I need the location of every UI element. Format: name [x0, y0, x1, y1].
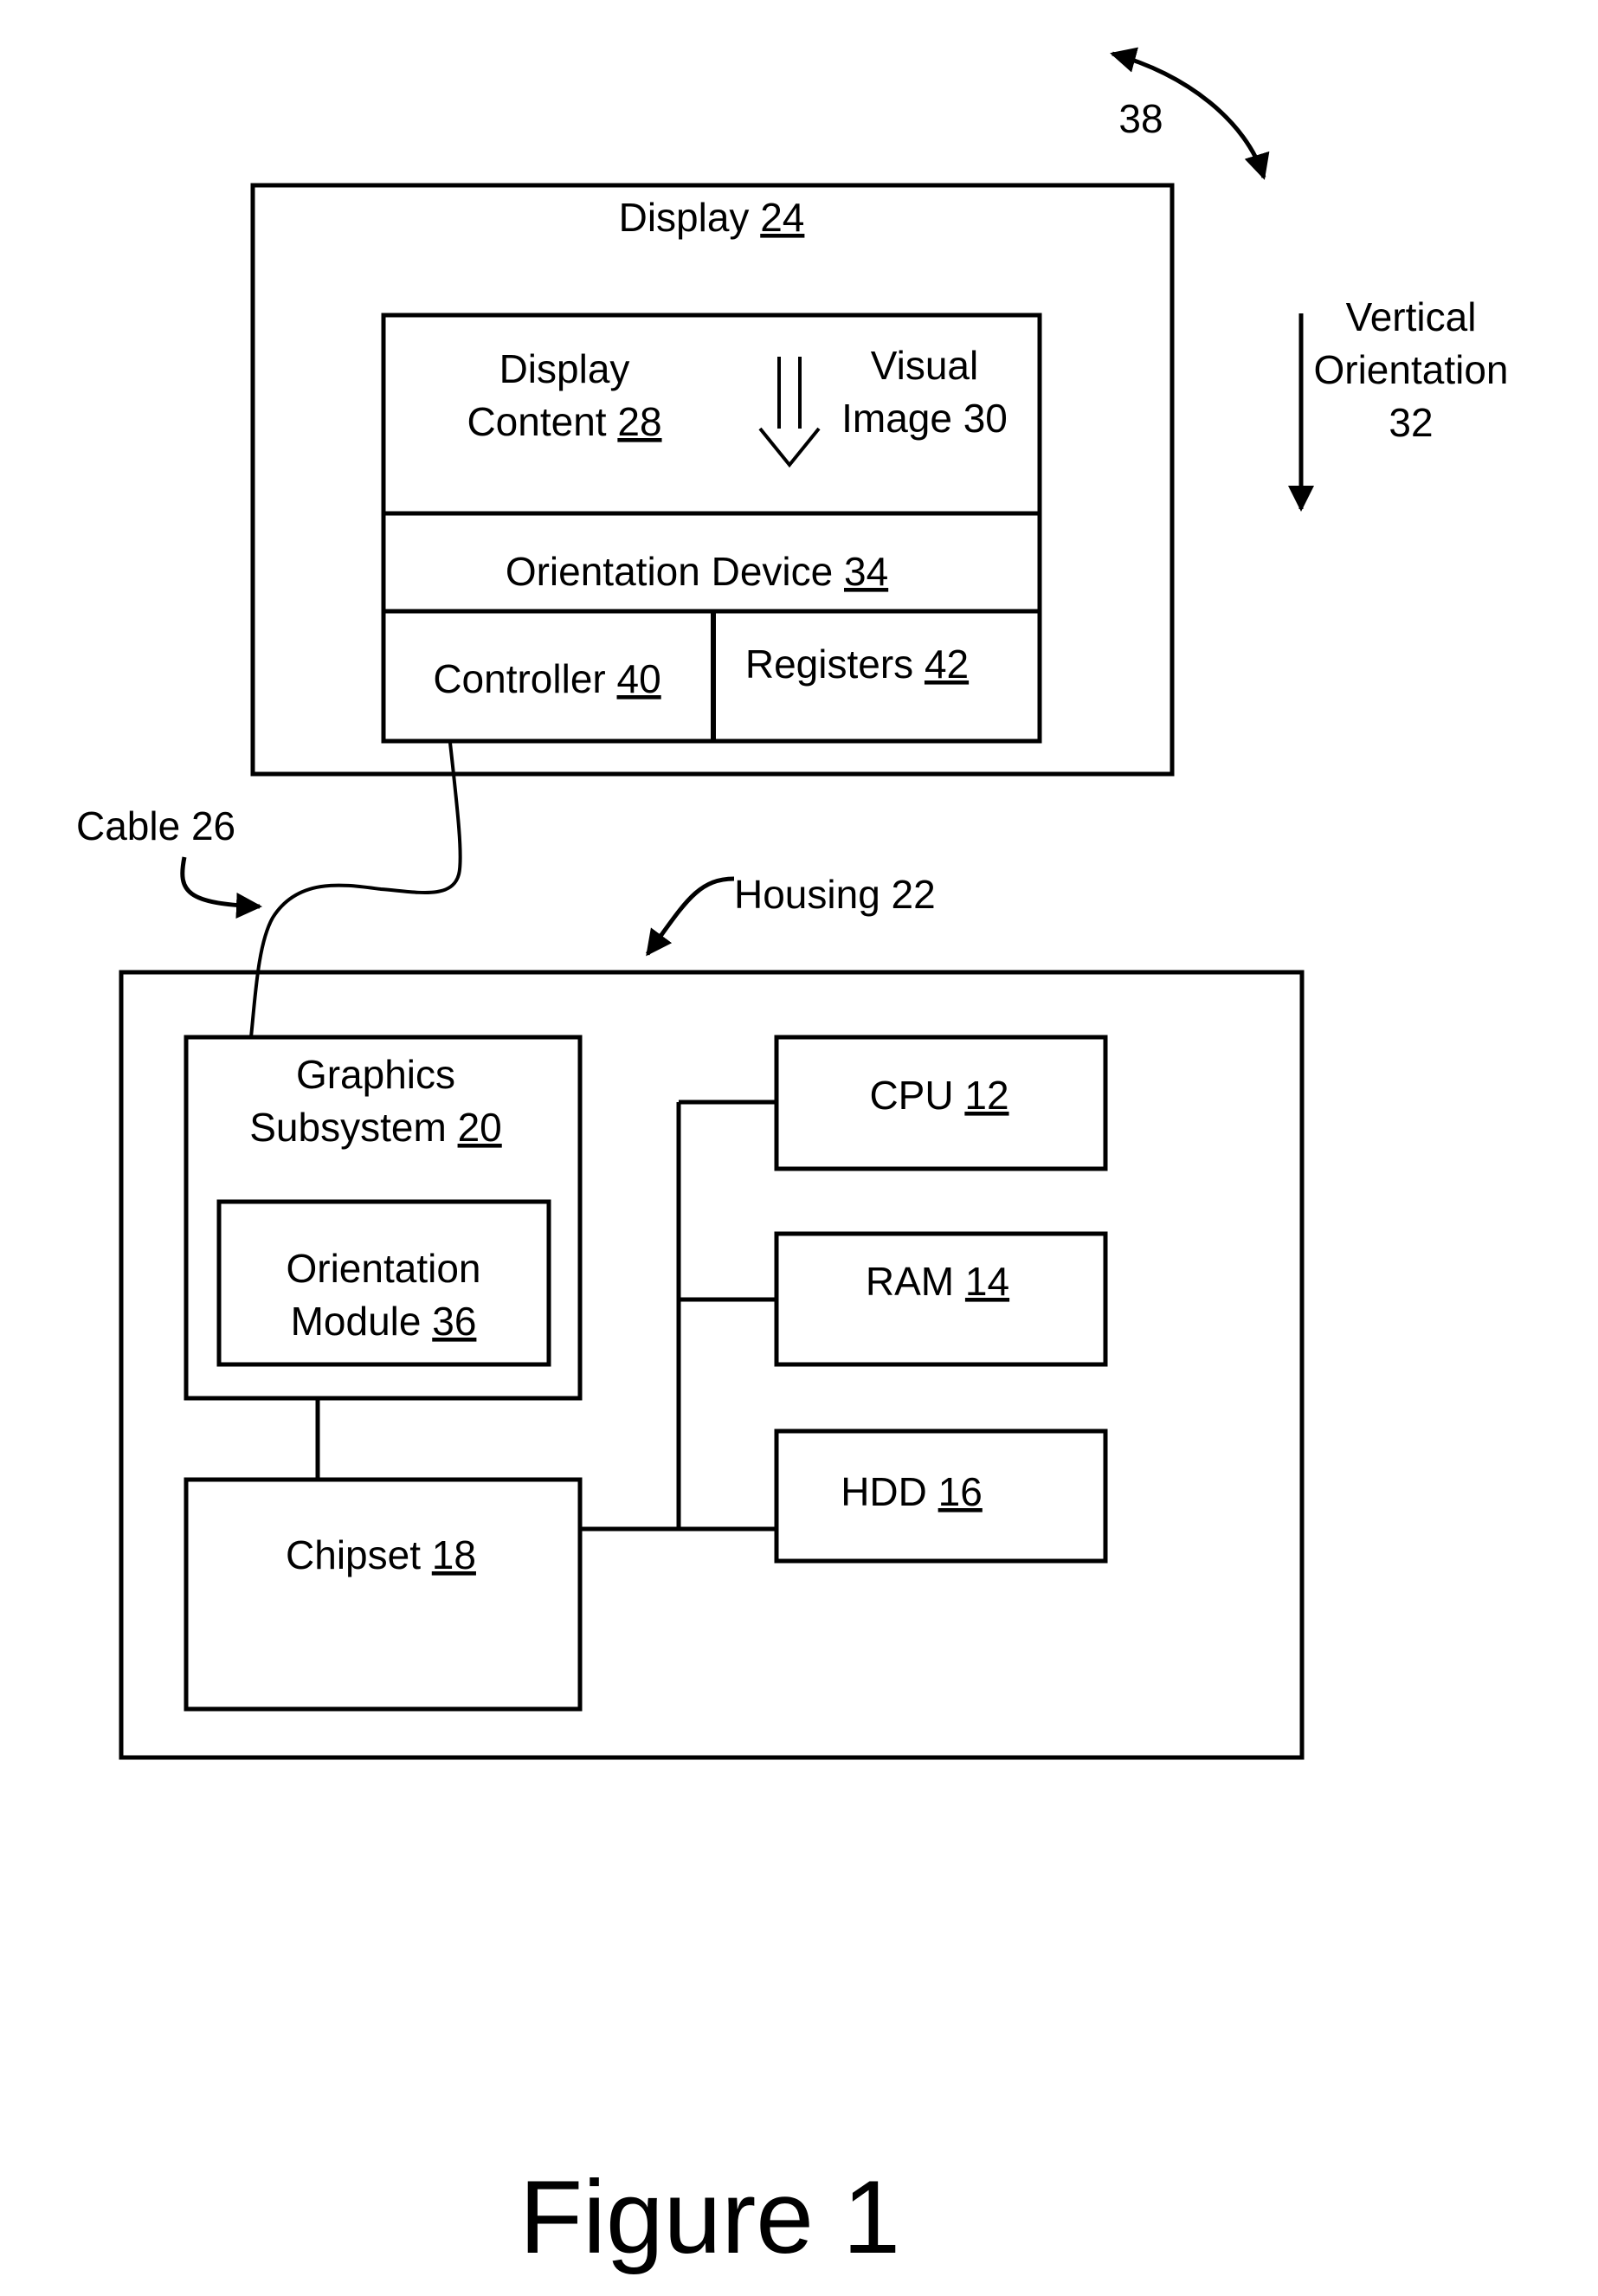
housing-pointer-arrow [645, 876, 735, 957]
graphics-subsystem-label: Graphics [296, 1052, 455, 1097]
figure-diagram: 38 Display 24 Display Content 28 Visual … [76, 47, 1509, 2275]
cpu-label: CPU 12 [869, 1073, 1008, 1118]
chipset-box [184, 1477, 583, 1712]
visual-image-label: Visual [871, 343, 978, 388]
orientation-module-label: Orientation [286, 1246, 480, 1291]
cable-label: Cable 26 [76, 803, 235, 848]
down-arrow-icon [758, 357, 821, 468]
display-title: Display 24 [619, 195, 805, 240]
ram-label: RAM 14 [866, 1259, 1009, 1304]
display-content-label: Content 28 [467, 399, 661, 444]
controller-label: Controller 40 [433, 656, 660, 701]
vertical-orientation-label: Orientation [1313, 347, 1508, 392]
cable-line [249, 742, 462, 1038]
orientation-device-label: Orientation Device 34 [506, 549, 888, 594]
housing-label: Housing 22 [734, 872, 936, 917]
figure-caption: Figure 1 [519, 2159, 900, 2275]
orientation-module-label: Module 36 [291, 1299, 477, 1344]
system-bus [580, 1100, 776, 1532]
visual-image-label: Image 30 [841, 396, 1008, 441]
display-content-label: Display [499, 346, 630, 391]
hdd-label: HDD 16 [841, 1469, 983, 1514]
rotation-ref: 38 [1118, 96, 1163, 141]
chipset-label: Chipset 18 [286, 1532, 476, 1577]
vertical-orientation-label: 32 [1389, 400, 1433, 445]
registers-label: Registers 42 [745, 642, 969, 687]
graphics-subsystem-label: Subsystem 20 [249, 1105, 501, 1150]
vertical-orientation-label: Vertical [1346, 294, 1477, 339]
cable-pointer-arrow [180, 856, 262, 919]
